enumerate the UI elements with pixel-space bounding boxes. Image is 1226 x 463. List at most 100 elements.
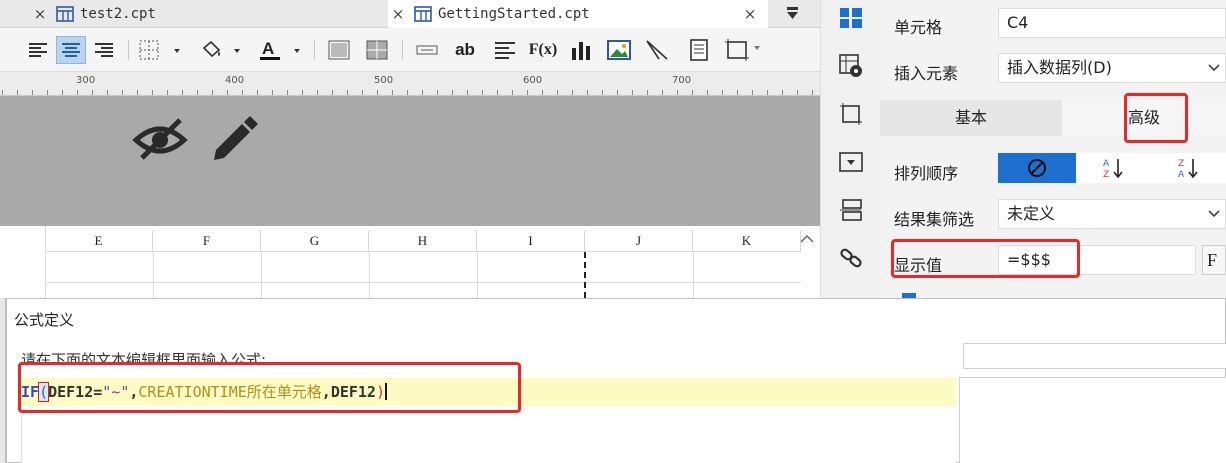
slash-button[interactable] [642, 36, 672, 64]
sort-none-button[interactable] [998, 153, 1076, 183]
ruler-label: 300 [76, 75, 96, 86]
rich-text-button[interactable] [490, 36, 520, 64]
svg-text:A: A [1178, 170, 1185, 180]
textbox-button[interactable] [412, 36, 442, 64]
border-grid-icon [139, 40, 180, 60]
split-cells-icon [366, 40, 388, 60]
align-right-button[interactable] [90, 36, 118, 64]
edit-pencil-icon[interactable] [208, 112, 260, 164]
merge-cells-icon [328, 40, 350, 60]
border-button[interactable] [136, 36, 184, 64]
tab-label: GettingStarted.cpt [438, 6, 590, 22]
align-left-button[interactable] [24, 36, 52, 64]
column-header[interactable]: H [369, 230, 477, 252]
condition-button[interactable] [837, 196, 865, 224]
report-file-icon [56, 6, 74, 22]
split-cells-button[interactable] [362, 36, 392, 64]
ruler-tick [47, 90, 48, 95]
page-break-line [584, 252, 586, 298]
tab-list-icon[interactable] [778, 2, 808, 26]
tab-basic[interactable]: 基本 [880, 100, 1062, 136]
ruler-tick [767, 90, 768, 95]
ruler-tick [422, 90, 423, 95]
ruler-tick [587, 90, 588, 95]
dialog-prompt: 请在下面的文本编辑框里面输入公式: [21, 351, 267, 363]
ruler-tick [572, 90, 573, 95]
svg-text:Z: Z [1103, 170, 1109, 180]
chevron-down-icon [1208, 64, 1220, 72]
formula-button[interactable]: F(x) [526, 36, 560, 64]
image-button[interactable] [604, 36, 634, 64]
insert-element-select[interactable]: 插入数据列(D) [998, 53, 1226, 83]
highlight-advanced-tab [1124, 93, 1188, 143]
ruler-tick [107, 90, 108, 95]
column-header[interactable]: J [585, 230, 693, 252]
scroll-up-icon[interactable] [798, 232, 816, 246]
sort-descending-button[interactable]: ZA [1154, 153, 1226, 183]
result-filter-select[interactable]: 未定义 [998, 199, 1226, 229]
merge-cells-button[interactable] [324, 36, 354, 64]
frame-style-button[interactable] [837, 100, 865, 128]
column-header[interactable]: F [153, 230, 261, 252]
ruler-tick [407, 90, 408, 95]
tab-label: test2.cpt [80, 6, 156, 22]
column-header[interactable]: E [45, 230, 153, 252]
cell-settings-icon [839, 54, 862, 77]
font-color-button[interactable]: A [254, 36, 304, 64]
chart-button[interactable] [566, 36, 596, 64]
ruler-tick [242, 90, 243, 95]
close-icon[interactable]: × [388, 5, 408, 23]
frame-icon [840, 103, 862, 125]
ruler-tick [677, 90, 678, 95]
toolbar-divider [402, 40, 403, 60]
text-button[interactable]: ab [448, 36, 482, 64]
formula-editor-body[interactable] [21, 406, 956, 463]
ruler-tick [512, 90, 513, 95]
function-list[interactable] [959, 377, 1226, 463]
eye-hidden-icon[interactable] [132, 114, 188, 162]
chevron-down-icon [1208, 210, 1220, 218]
cell-grid[interactable]: E F G H I J K [0, 226, 820, 298]
ruler-tick [137, 90, 138, 95]
tab-test2[interactable]: × test2.cpt [30, 0, 388, 28]
widget-button[interactable] [837, 148, 865, 176]
sort-ascending-button[interactable]: AZ [1076, 153, 1154, 183]
sort-order-label: 排列顺序 [894, 164, 959, 183]
designer-window: × test2.cpt × GettingStarted.cpt × A ab … [0, 0, 1226, 463]
subreport-button[interactable] [684, 36, 714, 64]
grid-line [261, 252, 262, 298]
cell-element-button[interactable] [837, 52, 865, 80]
link-icon [840, 248, 862, 268]
close-icon[interactable]: × [740, 5, 760, 23]
canvas-area [0, 96, 820, 226]
property-sidebar [820, 0, 880, 300]
ruler-tick [737, 90, 738, 95]
align-center-button[interactable] [56, 36, 86, 64]
ruler-tick [227, 90, 228, 95]
ruler-label: 500 [374, 75, 394, 86]
ruler-tick [257, 90, 258, 95]
function-search-field[interactable] [963, 343, 1226, 369]
grid-line [45, 282, 801, 283]
cell-attr-button[interactable] [837, 4, 865, 32]
frame-button[interactable] [722, 36, 766, 64]
horizontal-ruler: 300 400 500 600 700 [0, 72, 820, 96]
display-formula-button[interactable]: F [1202, 245, 1226, 275]
paragraph-icon [495, 42, 515, 59]
fill-color-button[interactable] [196, 36, 244, 64]
close-icon[interactable]: × [30, 5, 50, 23]
column-header[interactable]: I [477, 230, 585, 252]
grid-line [369, 252, 370, 298]
tab-gettingstarted[interactable]: × GettingStarted.cpt × [388, 0, 768, 28]
ruler-tick [122, 90, 123, 95]
grid-line [477, 252, 478, 298]
column-header[interactable]: G [261, 230, 369, 252]
cell-name-field[interactable]: C4 [998, 8, 1226, 38]
column-header[interactable]: K [693, 230, 801, 252]
hyperlink-button[interactable] [837, 244, 865, 272]
frame-icon [725, 39, 760, 61]
ruler-tick [527, 90, 528, 95]
insert-element-label: 插入元素 [894, 64, 959, 83]
sort-descending-icon: ZA [1178, 159, 1198, 180]
ruler-tick [32, 90, 33, 95]
